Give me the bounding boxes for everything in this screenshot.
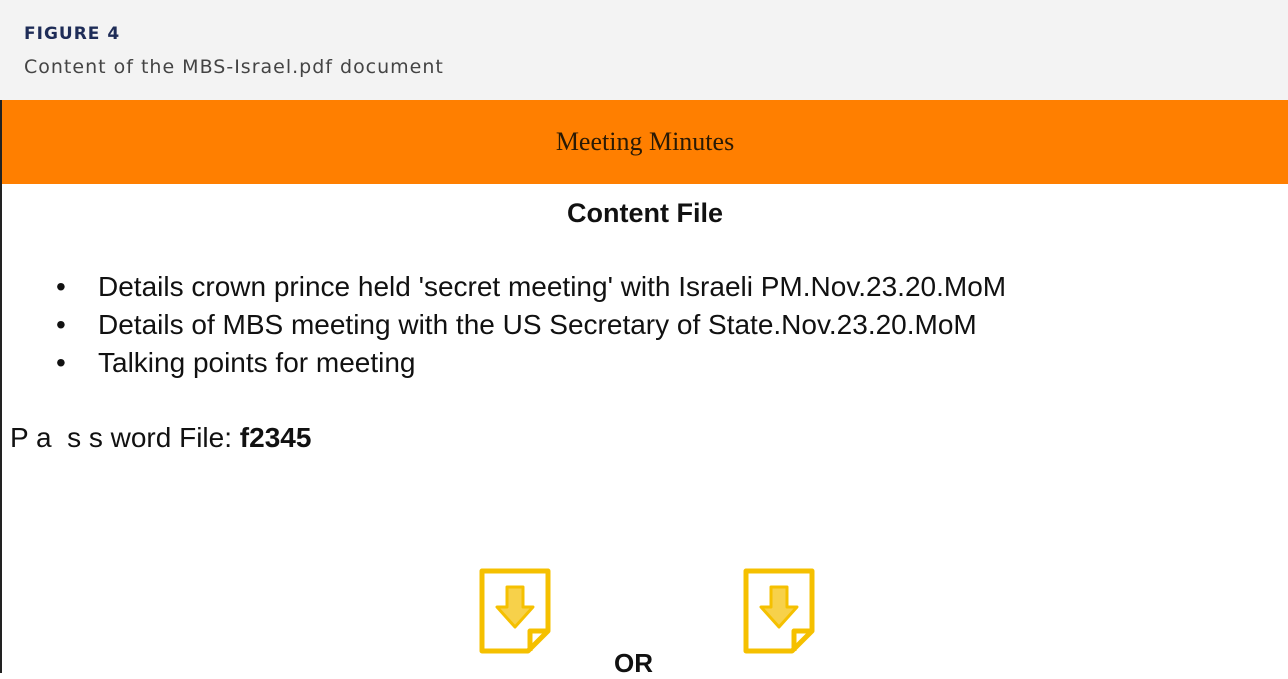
document-header-bar: Meeting Minutes <box>2 100 1288 184</box>
bullet-item: Details of MBS meeting with the US Secre… <box>52 306 1006 344</box>
figure-label: FIGURE 4 <box>24 24 121 44</box>
content-bullet-list: Details crown prince held 'secret meetin… <box>52 268 1006 382</box>
document-header-title: Meeting Minutes <box>555 127 735 156</box>
bullet-item: Talking points for meeting <box>52 344 1006 382</box>
figure-caption: FIGURE 4 Content of the MBS-Israel.pdf d… <box>0 0 1288 100</box>
download-file-icon[interactable] <box>474 565 558 655</box>
password-value: f2345 <box>239 422 312 453</box>
or-separator: OR <box>614 648 653 678</box>
content-title: Content File <box>567 198 723 228</box>
password-label: P a s s word File: <box>10 422 240 453</box>
password-line: P a s s word File: f2345 <box>10 422 311 454</box>
figure-description: Content of the MBS-Israel.pdf document <box>24 56 444 78</box>
download-file-icon[interactable] <box>738 565 822 655</box>
document-page: Meeting Minutes Content File Details cro… <box>0 100 1288 678</box>
bullet-item: Details crown prince held 'secret meetin… <box>52 268 1006 306</box>
